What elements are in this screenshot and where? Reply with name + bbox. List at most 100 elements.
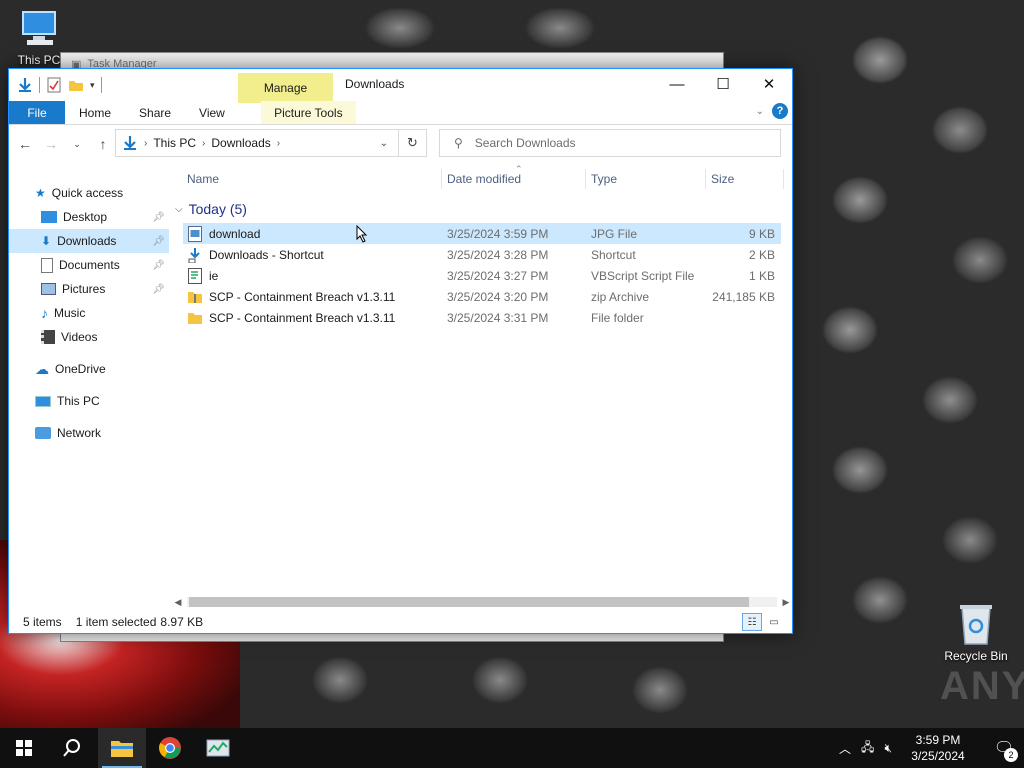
column-divider[interactable] [585,169,586,189]
sidebar-item-downloads[interactable]: ⬇ Downloads 📌︎ [9,229,169,253]
expand-ribbon-chevron-icon[interactable]: ⌄ [756,106,764,117]
close-button[interactable]: ✕ [746,69,792,99]
new-folder-icon[interactable] [68,77,84,93]
window-title: Downloads [345,77,405,91]
sidebar-item-label: Network [57,426,102,440]
clock[interactable]: 3:59 PM 3/25/2024 [902,732,974,764]
sidebar-item-onedrive[interactable]: ☁ OneDrive [9,357,169,381]
sidebar-item-music[interactable]: ♪ Music [9,301,169,325]
large-icons-view-icon[interactable]: ▭ [764,613,784,631]
desktop-icon-this-pc[interactable]: This PC [14,10,64,67]
breadcrumb-chevron-icon[interactable]: › [202,138,205,149]
action-center-button[interactable]: 🗨︎ 2 [984,728,1024,768]
scrollbar-thumb[interactable] [189,597,749,607]
taskbar-file-explorer[interactable] [98,728,146,768]
desktop-icon-recycle-bin[interactable]: Recycle Bin [940,602,1012,663]
sidebar-item-quick-access[interactable]: ★ Quick access [9,181,169,205]
item-count: 5 items [23,615,62,629]
contextual-tab-manage[interactable]: Manage [238,73,333,103]
pin-icon[interactable]: 📌︎ [152,236,165,247]
sidebar-item-desktop[interactable]: Desktop 📌︎ [9,205,169,229]
search-box[interactable]: ⚲ Search Downloads [439,129,781,157]
scroll-right-icon[interactable]: ▶ [781,597,791,608]
recent-locations-chevron-icon[interactable]: ⌄ [69,139,85,150]
column-header-date-modified[interactable]: Date modified [447,172,521,186]
start-button[interactable] [0,728,48,768]
chrome-icon [159,737,181,759]
navigation-pane: ★ Quick access Desktop 📌︎ ⬇ Downloads 📌︎… [9,181,169,601]
tab-home[interactable]: Home [65,101,125,124]
task-manager-icon [206,739,230,757]
search-icon [63,739,80,757]
search-input[interactable]: Search Downloads [475,136,576,150]
horizontal-scrollbar[interactable]: ◀ ▶ [173,595,791,609]
download-arrow-icon [19,78,31,92]
scroll-left-icon[interactable]: ◀ [173,597,183,608]
tab-picture-tools[interactable]: Picture Tools [260,101,356,124]
pin-icon[interactable]: 📌︎ [152,212,165,223]
pin-icon[interactable]: 📌︎ [152,260,165,271]
column-divider[interactable] [783,169,784,189]
up-arrow-icon[interactable]: ↑ [95,136,111,152]
column-divider[interactable] [441,169,442,189]
selection-count: 1 item selected [75,615,157,629]
table-row[interactable]: Downloads - Shortcut 3/25/2024 3:28 PM S… [183,244,781,265]
properties-icon[interactable] [46,77,62,93]
clock-time: 3:59 PM [915,733,961,747]
minimize-button[interactable]: — [654,69,700,99]
pin-icon[interactable]: 📌︎ [152,284,165,295]
help-icon[interactable]: ? [772,103,788,119]
search-button[interactable] [48,728,96,768]
volume-muted-icon[interactable]: 🔇︎ [884,741,892,756]
column-header-name[interactable]: Name [187,172,219,186]
customize-toolbar-chevron-icon[interactable]: ▾ [90,80,95,91]
taskbar-chrome[interactable] [146,728,194,768]
breadcrumb-chevron-icon[interactable]: › [277,138,280,149]
breadcrumb-chevron-icon[interactable]: › [144,138,147,149]
column-header-size[interactable]: Size [711,172,734,186]
group-header-label: Today (5) [188,201,247,217]
downloads-folder-icon [124,136,136,150]
tab-file[interactable]: File [9,101,65,124]
sidebar-item-this-pc[interactable]: This PC [9,389,169,413]
back-arrow-icon[interactable]: ← [17,136,33,152]
network-icon [35,427,51,439]
scrollbar-track[interactable] [187,597,777,607]
titlebar: ▾ Manage Downloads — ☐ ✕ [9,69,792,103]
sidebar-item-videos[interactable]: Videos [9,325,169,349]
table-row[interactable]: SCP - Containment Breach v1.3.11 3/25/20… [183,286,781,307]
breadcrumb-downloads[interactable]: Downloads [211,136,270,150]
address-bar[interactable]: › This PC › Downloads › ⌄ ↻ [115,129,427,157]
view-toggle: ☷ ▭ [742,613,784,631]
details-view-icon[interactable]: ☷ [742,613,762,631]
column-divider[interactable] [705,169,706,189]
selection-size: 8.97 KB [160,615,204,629]
sidebar-item-network[interactable]: Network [9,421,169,445]
window-controls: — ☐ ✕ [654,69,792,99]
file-explorer-window[interactable]: ▾ Manage Downloads — ☐ ✕ File Home Share… [8,68,793,634]
table-row[interactable]: SCP - Containment Breach v1.3.11 3/25/20… [183,307,781,328]
group-header-today[interactable]: ⌵ Today (5) [175,201,247,217]
maximize-button[interactable]: ☐ [700,69,746,99]
sidebar-item-label: Music [54,306,86,320]
sidebar-item-label: OneDrive [55,362,106,376]
sidebar-item-label: Desktop [63,210,108,224]
chevron-up-icon[interactable]: ︿ [839,740,851,757]
table-row[interactable]: ie 3/25/2024 3:27 PM VBScript Script Fil… [183,265,781,286]
address-dropdown-chevron-icon[interactable]: ⌄ [370,138,398,149]
breadcrumb-this-pc[interactable]: This PC [153,136,196,150]
forward-arrow-icon[interactable]: → [43,136,59,152]
tab-share[interactable]: Share [125,101,185,124]
zip-archive-icon [187,289,203,305]
computer-icon [22,11,56,45]
sidebar-item-documents[interactable]: Documents 📌︎ [9,253,169,277]
taskbar-task-manager[interactable] [194,728,242,768]
chevron-down-icon[interactable]: ⌵ [175,204,183,215]
table-row[interactable]: download 3/25/2024 3:59 PM JPG File 9 KB [183,223,781,244]
tab-view[interactable]: View [185,101,239,124]
sidebar-item-pictures[interactable]: Pictures 📌︎ [9,277,169,301]
column-header-type[interactable]: Type [591,172,617,186]
network-icon[interactable]: 🖧︎ [861,738,874,759]
divider [39,77,40,93]
refresh-icon[interactable]: ↻ [398,130,426,156]
